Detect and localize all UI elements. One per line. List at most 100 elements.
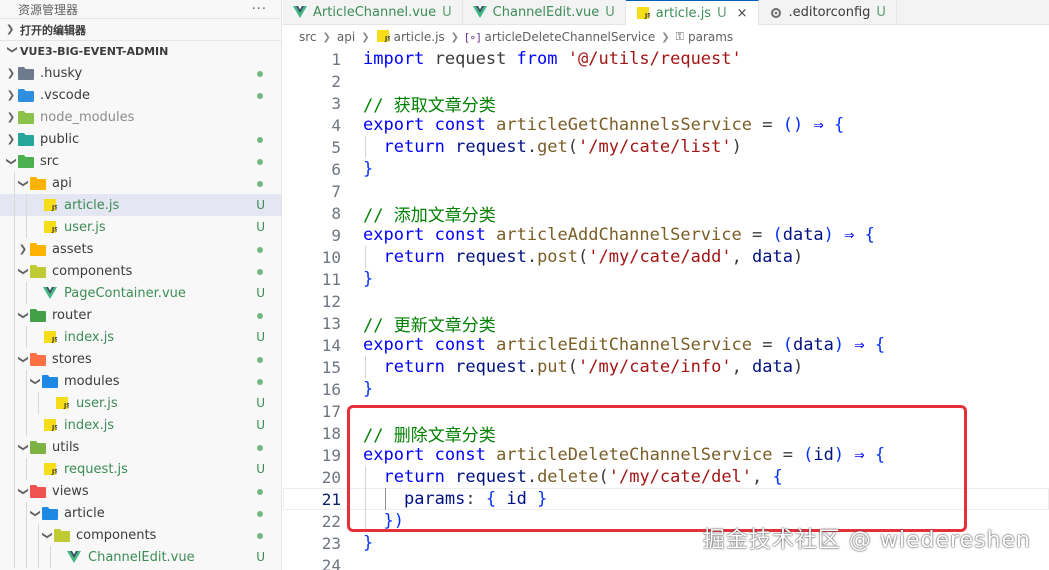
code-token: {	[864, 225, 875, 245]
line-number: 20	[321, 467, 341, 487]
variable-icon: [∘]	[465, 30, 481, 44]
tree-folder[interactable]: ❯ .husky	[0, 62, 281, 84]
indent-guide	[14, 502, 15, 524]
tree-folder[interactable]: ❯ article	[0, 502, 281, 524]
code-token: from	[516, 49, 558, 69]
tree-folder[interactable]: ❯ api	[0, 172, 281, 194]
tree-folder[interactable]: ❯ components	[0, 260, 281, 282]
tab-editorconfig[interactable]: .editorconfig U	[759, 0, 897, 25]
open-editors-section[interactable]: ❯ 打开的编辑器	[0, 18, 281, 40]
tree-folder[interactable]: ❯ router	[0, 304, 281, 326]
line-number: 2	[331, 71, 341, 91]
tree-folder[interactable]: ❯ public	[0, 128, 281, 150]
code-editor[interactable]: 1 import request from '@/utils/request' 2 3…	[283, 48, 1049, 570]
tree-folder[interactable]: ❯ utils	[0, 436, 281, 458]
breadcrumb-item[interactable]: params	[688, 30, 733, 44]
tree-item-label: PageContainer.vue	[64, 285, 186, 301]
untracked-dot	[257, 132, 263, 146]
tab-status-badge: U	[717, 5, 727, 21]
indent-guide	[14, 546, 15, 568]
tree-folder[interactable]: ❯ modules	[0, 370, 281, 392]
tab-articlejs[interactable]: JS article.js U ×	[625, 0, 759, 25]
explorer-sidebar: 资源管理器 ··· ❯ 打开的编辑器 ❯ VUE3-BIG-EVENT-ADMI…	[0, 0, 282, 570]
tree-folder[interactable]: ❯ assets	[0, 238, 281, 260]
tree-file[interactable]: ChannelEdit.vue U	[0, 546, 281, 568]
folder-vscode-icon	[18, 88, 34, 102]
breadcrumb-item[interactable]: api	[337, 30, 355, 44]
folder-stores-icon	[30, 352, 46, 366]
tab-articlechannelvue[interactable]: ArticleChannel.vue U	[283, 0, 463, 25]
code-token: {	[874, 335, 886, 355]
code-text: return request.post('/my/cate/add', data…	[363, 247, 803, 267]
code-token: }	[363, 269, 374, 289]
indent-guide	[26, 414, 27, 436]
js-file-icon: JS	[42, 220, 58, 234]
line-number: 14	[321, 335, 341, 355]
code-line: 8 // 添加文章分类	[283, 202, 1049, 226]
chevron-right-icon: ❯	[6, 24, 15, 35]
indent-guide	[14, 480, 15, 502]
git-status-badge: U	[256, 198, 265, 212]
chevron-right-icon: ❯	[18, 243, 28, 255]
tree-folder[interactable]: ❯ components	[0, 524, 281, 546]
chevron-down-icon: ❯	[17, 310, 29, 320]
open-editors-label: 打开的编辑器	[20, 23, 86, 37]
code-token: get	[537, 137, 568, 157]
untracked-dot	[257, 154, 263, 168]
code-token: ⇒	[854, 335, 865, 355]
breadcrumb-item[interactable]: src	[299, 30, 317, 44]
close-icon[interactable]: ×	[737, 6, 748, 21]
code-token: data	[752, 357, 793, 377]
tree-file[interactable]: JS index.js U	[0, 326, 281, 348]
indent-guide	[14, 282, 15, 304]
tree-file[interactable]: JS user.js U	[0, 216, 281, 238]
line-number: 1	[331, 49, 341, 69]
code-token: const	[434, 115, 486, 135]
tree-folder[interactable]: ❯ stores	[0, 348, 281, 370]
line-number: 24	[321, 555, 341, 570]
more-actions-icon[interactable]: ···	[252, 2, 267, 17]
line-number: 16	[321, 379, 341, 399]
tree-file[interactable]: JS user.js U	[0, 392, 281, 414]
code-token: // 添加文章分类	[363, 205, 496, 226]
indent-guide	[26, 392, 27, 414]
project-section[interactable]: ❯ VUE3-BIG-EVENT-ADMIN	[0, 40, 281, 62]
line-number: 22	[321, 511, 341, 531]
code-token: =	[751, 335, 783, 355]
code-token: .	[526, 247, 538, 267]
tree-file[interactable]: JS request.js U	[0, 458, 281, 480]
indent-guide	[14, 172, 15, 194]
chevron-right-icon: ❯	[450, 31, 460, 43]
code-token: export	[363, 115, 425, 135]
tree-item-label: views	[52, 483, 89, 499]
tree-file[interactable]: JS index.js U	[0, 414, 281, 436]
explorer-title: 资源管理器	[18, 2, 79, 17]
line-number: 18	[321, 423, 341, 443]
tree-folder[interactable]: ❯ node_modules	[0, 106, 281, 128]
code-token: ,	[731, 247, 753, 267]
chevron-right-icon: ❯	[361, 31, 370, 43]
tree-folder[interactable]: ❯ .vscode	[0, 84, 281, 106]
indent-guide	[26, 524, 27, 546]
code-text: // 获取文章分类	[363, 91, 496, 116]
file-tree: ❯ .husky ❯ .vscode ❯ node_modules ❯ public ❯ src ❯…	[0, 62, 281, 568]
breadcrumb-item[interactable]: article.js	[394, 30, 445, 44]
code-token: request	[424, 49, 517, 69]
tree-folder[interactable]: ❯ views	[0, 480, 281, 502]
code-token: }	[363, 533, 374, 553]
code-token: ,	[731, 357, 753, 377]
tree-item-label: article.js	[64, 197, 120, 213]
tree-file[interactable]: JS article.js U	[0, 194, 281, 216]
watermark-text: 掘金技术社区 @ wiedereshen	[702, 528, 1031, 553]
tab-channeleditvue[interactable]: ChannelEdit.vue U	[463, 0, 626, 25]
tree-file[interactable]: PageContainer.vue U	[0, 282, 281, 304]
gear-icon	[769, 6, 783, 20]
tree-item-label: request.js	[64, 461, 128, 477]
tree-folder[interactable]: ❯ src	[0, 150, 281, 172]
breadcrumb-item[interactable]: articleDeleteChannelService	[485, 30, 656, 44]
